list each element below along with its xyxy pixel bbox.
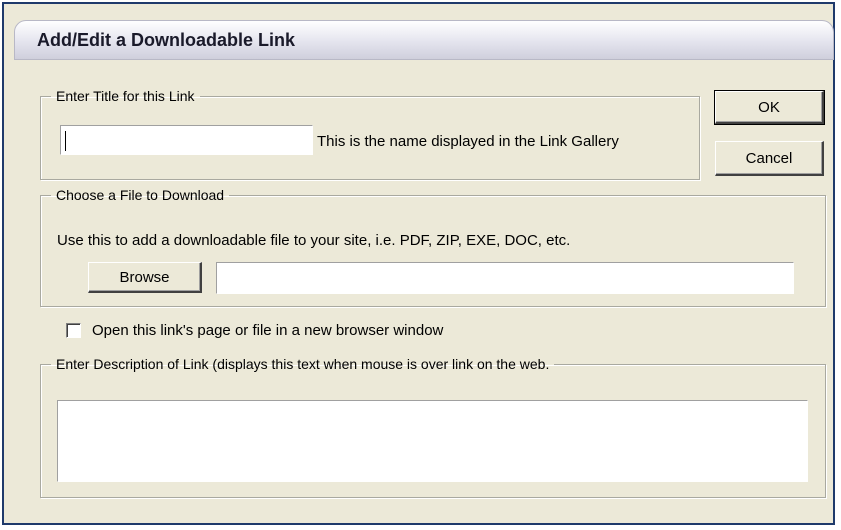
dialog-title-bar[interactable]: Add/Edit a Downloadable Link <box>14 20 834 60</box>
cancel-button[interactable]: Cancel <box>715 141 824 176</box>
text-caret <box>65 131 66 151</box>
description-textarea[interactable] <box>57 400 808 482</box>
dialog-window: Add/Edit a Downloadable Link Enter Title… <box>2 2 835 525</box>
title-group-legend: Enter Title for this Link <box>56 88 195 104</box>
browse-button[interactable]: Browse <box>88 262 202 293</box>
file-instructions: Use this to add a downloadable file to y… <box>57 232 571 249</box>
link-title-input[interactable] <box>60 125 313 155</box>
link-title-hint: This is the name displayed in the Link G… <box>317 133 619 150</box>
dialog-title: Add/Edit a Downloadable Link <box>37 30 296 50</box>
new-window-label[interactable]: Open this link's page or file in a new b… <box>92 322 443 339</box>
description-group-legend: Enter Description of Link (displays this… <box>56 356 550 372</box>
ok-button[interactable]: OK <box>714 90 825 125</box>
file-path-input[interactable] <box>216 262 794 294</box>
new-window-checkbox[interactable] <box>66 323 81 338</box>
file-group-legend: Choose a File to Download <box>56 187 225 203</box>
